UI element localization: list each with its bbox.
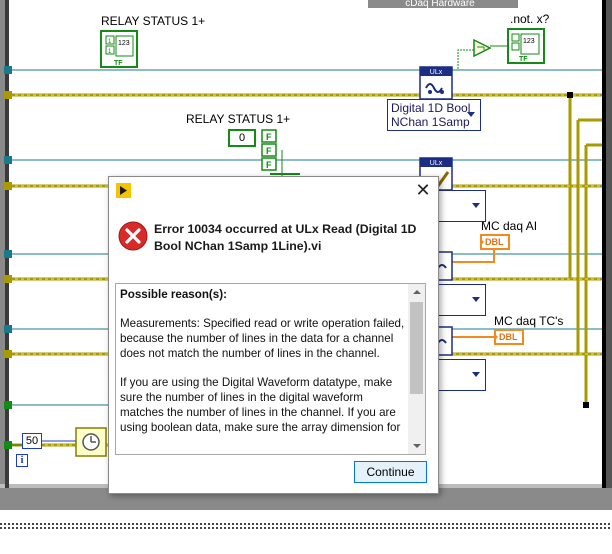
error-message-box[interactable]: Possible reason(s): Measurements: Specif… bbox=[115, 283, 426, 455]
frame-title: cDaq Hardware bbox=[405, 0, 475, 9]
scroll-down-icon[interactable] bbox=[408, 437, 425, 454]
labview-app-icon bbox=[116, 183, 131, 198]
relay-status-bool-array[interactable]: F F F bbox=[261, 129, 277, 171]
daq-tc-indicator[interactable]: DBL bbox=[494, 329, 524, 345]
wait-ms-icon[interactable] bbox=[75, 427, 107, 457]
error-dialog: ✕ Error 10034 occurred at ULx Read (Digi… bbox=[108, 176, 439, 494]
chevron-down-icon bbox=[472, 203, 480, 208]
error-title: Error 10034 occurred at ULx Read (Digita… bbox=[154, 222, 417, 253]
error-icon bbox=[118, 221, 148, 251]
reason-paragraph-1: Measurements: Specified read or write op… bbox=[120, 317, 405, 360]
ulx-read-icon[interactable]: ULx bbox=[419, 66, 453, 100]
svg-text:F: F bbox=[266, 160, 272, 170]
relay-status-control-value: 0 bbox=[239, 132, 246, 144]
chevron-down-icon bbox=[472, 372, 480, 377]
daq-ai-dbl-text: DBL bbox=[485, 237, 504, 247]
daq-ai-label: MC daq AI bbox=[481, 219, 538, 233]
relay-status-control-index[interactable]: 0 bbox=[228, 129, 256, 147]
close-icon[interactable]: ✕ bbox=[412, 180, 434, 202]
daq-tc-dbl-text: DBL bbox=[499, 332, 518, 342]
vertical-scrollbar[interactable] bbox=[408, 284, 425, 454]
polymorphic-selector-1[interactable]: Digital 1D Bool NChan 1Samp bbox=[387, 99, 481, 131]
iteration-terminal: i bbox=[16, 454, 28, 467]
error-message-text: Possible reason(s): Measurements: Specif… bbox=[120, 287, 407, 449]
svg-text:ULx: ULx bbox=[430, 160, 443, 167]
relay-status-indicator[interactable]: 1 1 123 TF bbox=[100, 30, 138, 68]
svg-text:123: 123 bbox=[118, 40, 130, 47]
not-function-icon[interactable] bbox=[473, 38, 492, 58]
dialog-titlebar[interactable]: ✕ bbox=[109, 177, 438, 205]
continue-button[interactable]: Continue bbox=[354, 461, 427, 483]
scroll-thumb[interactable] bbox=[410, 302, 423, 394]
chevron-down-icon bbox=[467, 112, 475, 117]
relay-status-indicator-label: RELAY STATUS 1+ bbox=[101, 14, 206, 28]
daq-ai-indicator[interactable]: DBL bbox=[480, 234, 510, 250]
svg-text:ULx: ULx bbox=[430, 69, 443, 76]
reason-heading: Possible reason(s): bbox=[120, 288, 227, 301]
selector-1-line2: NChan 1Samp bbox=[391, 115, 470, 129]
not-x-indicator[interactable]: 123 TF bbox=[507, 28, 545, 64]
not-x-label: .not. x? bbox=[510, 12, 550, 26]
svg-text:123: 123 bbox=[523, 38, 535, 45]
svg-text:F: F bbox=[266, 132, 272, 142]
svg-text:F: F bbox=[266, 146, 272, 156]
scroll-up-icon[interactable] bbox=[408, 284, 425, 301]
reason-paragraph-2: If you are using the Digital Waveform da… bbox=[120, 376, 401, 434]
chevron-down-icon bbox=[472, 297, 480, 302]
daq-tc-label: MC daq TC's bbox=[494, 314, 564, 328]
wait-ms-constant[interactable]: 50 bbox=[22, 433, 42, 449]
relay-status-control-label: RELAY STATUS 1+ bbox=[186, 112, 291, 126]
svg-text:TF: TF bbox=[114, 60, 123, 67]
svg-text:TF: TF bbox=[519, 56, 528, 63]
